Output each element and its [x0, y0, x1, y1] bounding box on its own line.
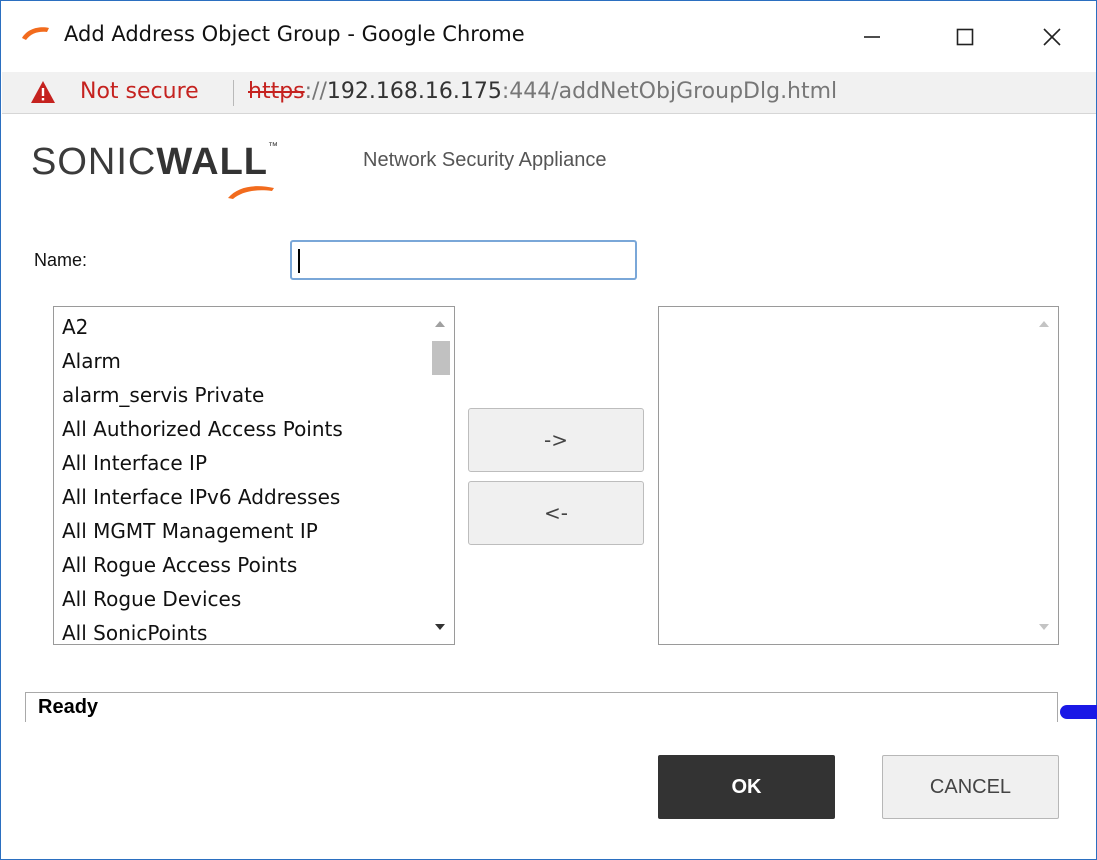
name-label: Name:	[34, 250, 88, 270]
scroll-down-arrow-icon	[435, 624, 445, 630]
url-port: :444	[501, 79, 552, 104]
scroll-down-button[interactable]	[1030, 612, 1058, 642]
scroll-down-arrow-icon	[1039, 624, 1049, 630]
list-item[interactable]: alarm_servis Private	[54, 378, 424, 412]
add-to-group-button[interactable]: ->	[468, 408, 644, 472]
minimize-button[interactable]	[842, 8, 902, 66]
scroll-thumb[interactable]	[432, 341, 450, 375]
sonicwall-logo: SONICWALL™	[31, 141, 279, 184]
close-button[interactable]	[1022, 8, 1082, 66]
not-secure-label[interactable]: Not secure	[80, 79, 199, 104]
list-item[interactable]: All Authorized Access Points	[54, 412, 424, 446]
list-item[interactable]: All Rogue Access Points	[54, 548, 424, 582]
url-path: /addNetObjGroupDlg.html	[551, 79, 838, 104]
group-members-items	[659, 307, 1028, 310]
status-bar: Ready	[25, 692, 1058, 722]
available-objects-items: A2 Alarm alarm_servis Private All Authorize…	[54, 307, 424, 644]
address-bar[interactable]: Not secure https://192.168.16.175:444/ad…	[2, 72, 1096, 114]
url-text[interactable]: https://192.168.16.175:444/addNetObjGrou…	[248, 79, 837, 104]
available-list-scrollbar[interactable]	[426, 307, 454, 644]
scroll-up-button[interactable]	[426, 309, 454, 339]
scroll-up-arrow-icon	[435, 321, 445, 327]
remove-from-group-button[interactable]: <-	[468, 481, 644, 545]
available-objects-list[interactable]: A2 Alarm alarm_servis Private All Authorize…	[53, 306, 455, 645]
chrome-app-icon	[22, 27, 49, 40]
list-item[interactable]: All MGMT Management IP	[54, 514, 424, 548]
status-indicator	[1060, 705, 1097, 719]
address-separator	[233, 80, 234, 106]
scroll-up-button[interactable]	[1030, 309, 1058, 339]
list-item[interactable]: All SonicPoints	[54, 616, 424, 644]
list-item[interactable]: Alarm	[54, 344, 424, 378]
list-item[interactable]: All Rogue Devices	[54, 582, 424, 616]
window-title: Add Address Object Group - Google Chrome	[64, 22, 525, 46]
group-list-scrollbar[interactable]	[1030, 307, 1058, 644]
maximize-button[interactable]	[935, 8, 995, 66]
warning-triangle-icon[interactable]	[30, 80, 56, 104]
minimize-icon	[864, 36, 880, 38]
scroll-up-arrow-icon	[1039, 321, 1049, 327]
logo-text-sonic: SONIC	[31, 141, 157, 183]
url-separator: ://	[304, 79, 327, 104]
close-icon	[1043, 28, 1061, 46]
status-text: Ready	[38, 696, 99, 718]
product-subtitle: Network Security Appliance	[363, 149, 607, 171]
logo-trademark: ™	[268, 141, 279, 152]
list-item[interactable]: All Interface IPv6 Addresses	[54, 480, 424, 514]
title-bar: Add Address Object Group - Google Chrome	[2, 2, 1096, 72]
name-input[interactable]	[290, 240, 637, 280]
list-item[interactable]: All Interface IP	[54, 446, 424, 480]
group-members-list[interactable]	[658, 306, 1059, 645]
scroll-down-button[interactable]	[426, 612, 454, 642]
cancel-button[interactable]: CANCEL	[882, 755, 1059, 819]
logo-text-wall: WALL	[156, 141, 268, 183]
maximize-icon	[956, 28, 974, 46]
url-host: 192.168.16.175	[326, 79, 502, 104]
url-scheme: https	[248, 79, 305, 104]
ok-button[interactable]: OK	[658, 755, 835, 819]
text-caret	[298, 249, 300, 273]
list-item[interactable]: A2	[54, 310, 424, 344]
browser-window: Add Address Object Group - Google Chrome…	[0, 0, 1097, 860]
logo-swoosh-icon	[228, 186, 274, 199]
